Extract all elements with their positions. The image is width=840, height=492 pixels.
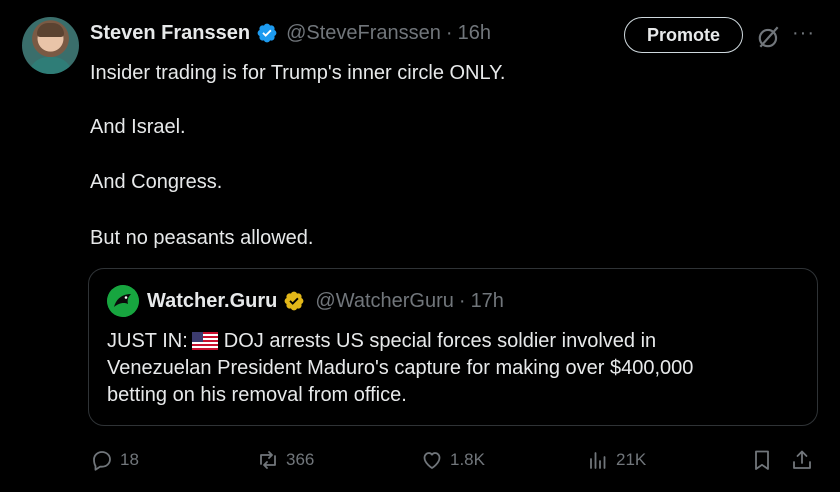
tweet-line: And Congress. [90, 171, 223, 193]
quoted-prefix: JUST IN: [107, 330, 188, 352]
tweet-line: And Israel. [90, 116, 186, 138]
heart-icon [423, 452, 441, 469]
bookmark-button[interactable] [750, 446, 780, 474]
tweet-timestamp[interactable]: 16h [458, 22, 491, 45]
share-button[interactable] [790, 446, 820, 474]
quoted-tweet-text: JUST IN: DOJ arrests US special forces s… [107, 328, 797, 409]
quoted-line-1: DOJ arrests US special forces soldier in… [223, 330, 657, 352]
quoted-tweet-header: Watcher.Guru @WatcherGuru · 17h [107, 285, 504, 317]
verified-org-badge-icon[interactable] [283, 290, 305, 312]
reply-button[interactable]: 18 [90, 446, 139, 474]
share-icon [793, 450, 811, 469]
quoted-line-2: Venezuelan President Maduro's capture fo… [107, 357, 694, 379]
tweet-header: Steven Franssen @SteveFranssen · 16h [90, 20, 491, 46]
repost-count: 366 [286, 450, 315, 469]
avatar-hair [37, 23, 64, 37]
grok-icon[interactable] [756, 24, 782, 50]
reply-count: 18 [120, 450, 139, 469]
author-name[interactable]: Steven Franssen [90, 22, 250, 45]
separator-dot: · [458, 289, 466, 312]
views-button[interactable]: 21K [586, 446, 646, 474]
quoted-tweet-timestamp[interactable]: 17h [471, 290, 504, 313]
avatar-shirt [28, 57, 73, 74]
quoted-line: JUST IN: DOJ arrests US special forces s… [107, 328, 797, 355]
quoted-author-name[interactable]: Watcher.Guru [147, 290, 277, 313]
like-button[interactable]: 1.8K [420, 446, 485, 474]
promote-button[interactable]: Promote [624, 17, 743, 53]
tweet-line: But no peasants allowed. [90, 227, 314, 249]
quoted-author-avatar[interactable] [107, 285, 139, 317]
views-count: 21K [616, 450, 647, 469]
separator-dot: · [445, 21, 453, 44]
repost-icon [260, 451, 276, 469]
action-bar: 18 366 1.8K 21K [0, 446, 840, 474]
verified-badge-icon[interactable] [256, 22, 278, 44]
watcher-logo-icon [107, 285, 139, 317]
quoted-author-handle[interactable]: @WatcherGuru [315, 290, 454, 313]
reply-icon [93, 451, 111, 471]
quoted-line-3: betting on his removal from office. [107, 384, 407, 406]
quoted-tweet[interactable]: Watcher.Guru @WatcherGuru · 17h JUST IN:… [88, 268, 818, 426]
more-options-icon[interactable]: ··· [792, 22, 815, 45]
author-handle[interactable]: @SteveFranssen [286, 22, 441, 45]
tweet-line: Insider trading is for Trump's inner cir… [90, 62, 506, 84]
author-avatar[interactable] [22, 17, 79, 74]
like-count: 1.8K [450, 450, 485, 469]
repost-button[interactable]: 366 [256, 446, 314, 474]
bookmark-icon [755, 450, 769, 470]
us-flag-icon [191, 332, 218, 350]
views-icon [590, 452, 606, 469]
